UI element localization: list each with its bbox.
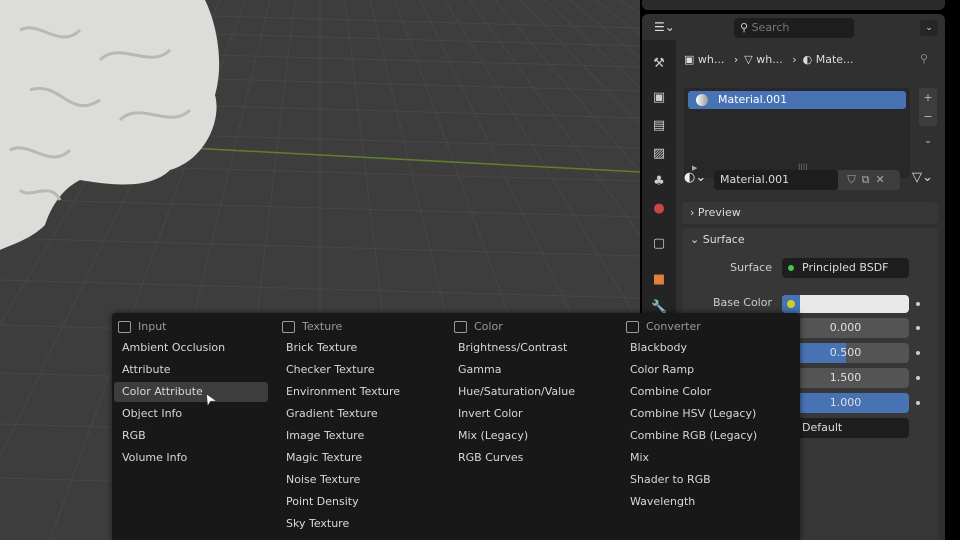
view-layer-tab-icon[interactable]: ▨: [651, 146, 667, 162]
color-socket-icon: [787, 300, 795, 308]
keyframe-dot[interactable]: [916, 401, 920, 405]
base-color-swatch[interactable]: [782, 295, 909, 313]
menu-item[interactable]: Magic Texture: [278, 448, 432, 468]
value-field-4[interactable]: 1.000: [782, 393, 909, 413]
menu-item[interactable]: RGB Curves: [450, 448, 604, 468]
mesh-object: [0, 0, 220, 250]
value-field-3[interactable]: 1.500: [782, 368, 909, 388]
menu-item[interactable]: Gamma: [450, 360, 604, 380]
tool-tab-icon[interactable]: ⚒: [651, 56, 667, 72]
material-slot-list: Material.001 ▶ ||||: [684, 88, 910, 178]
node-category-icon: [118, 321, 131, 333]
add-remove-slot-buttons[interactable]: + −: [919, 88, 937, 126]
menu-item[interactable]: Color Ramp: [622, 360, 776, 380]
surface-label: Surface: [730, 261, 772, 274]
preview-panel-header[interactable]: › Preview: [682, 202, 938, 224]
keyframe-dot[interactable]: [916, 302, 920, 306]
base-color-label: Base Color: [712, 296, 772, 309]
menu-item[interactable]: Brick Texture: [278, 338, 432, 358]
options-dropdown[interactable]: ⌄: [920, 20, 938, 36]
breadcrumb: ▣ wh... › ▽ wh... › ◐ Mate...: [684, 53, 854, 66]
menu-item[interactable]: Image Texture: [278, 426, 432, 446]
menu-item[interactable]: Sky Texture: [278, 514, 432, 534]
menu-item[interactable]: Wavelength: [622, 492, 776, 512]
menu-item[interactable]: Mix: [622, 448, 776, 468]
menu-item[interactable]: Hue/Saturation/Value: [450, 382, 604, 402]
menu-item[interactable]: Ambient Occlusion: [114, 338, 268, 358]
material-ball-icon: [696, 94, 708, 106]
menu-column-header: Color: [450, 319, 503, 335]
menu-item[interactable]: Brightness/Contrast: [450, 338, 604, 358]
material-name-field[interactable]: Material.001: [714, 170, 838, 190]
menu-item[interactable]: Invert Color: [450, 404, 604, 424]
top-area: [642, 0, 945, 10]
mesh-icon: ▽: [744, 53, 753, 66]
object-icon: ▣: [684, 53, 695, 66]
pin-icon[interactable]: ⚲: [920, 52, 928, 65]
world-tab-icon[interactable]: ●: [651, 201, 667, 217]
unlink-icon[interactable]: ✕: [875, 173, 890, 186]
duplicate-icon[interactable]: ⧉: [862, 173, 876, 186]
menu-item[interactable]: Object Info: [114, 404, 268, 424]
menu-item[interactable]: Combine Color: [622, 382, 776, 402]
menu-item[interactable]: Mix (Legacy): [450, 426, 604, 446]
menu-item[interactable]: Gradient Texture: [278, 404, 432, 424]
surface-panel-header[interactable]: ⌄ Surface: [690, 230, 745, 250]
menu-item[interactable]: Color Attribute: [114, 382, 268, 402]
keyframe-dot[interactable]: [916, 326, 920, 330]
material-actions[interactable]: ⛉⧉✕: [838, 170, 900, 190]
node-category-icon: [626, 321, 639, 333]
object-tab-icon[interactable]: ■: [651, 272, 667, 288]
editor-type-icon[interactable]: ☰⌄: [654, 20, 682, 38]
menu-item[interactable]: Volume Info: [114, 448, 268, 468]
fake-user-icon[interactable]: ⛉: [847, 173, 861, 186]
value-field-1[interactable]: 0.000: [782, 318, 909, 338]
keyframe-dot[interactable]: [916, 376, 920, 380]
output-tab-icon[interactable]: ▤: [651, 118, 667, 134]
distribution-dropdown[interactable]: Default: [782, 418, 909, 438]
menu-item[interactable]: Shader to RGB: [622, 470, 776, 490]
search-input[interactable]: ⚲ Search: [734, 18, 854, 38]
menu-column-header: Input: [114, 319, 166, 335]
menu-item[interactable]: RGB: [114, 426, 268, 446]
menu-item[interactable]: Point Density: [278, 492, 432, 512]
node-category-icon: [282, 321, 295, 333]
collection-tab-icon[interactable]: ▢: [651, 236, 667, 252]
menu-item[interactable]: Attribute: [114, 360, 268, 380]
menu-item[interactable]: Blackbody: [622, 338, 776, 358]
menu-item[interactable]: Environment Texture: [278, 382, 432, 402]
search-icon: ⚲: [740, 21, 752, 34]
scene-tab-icon[interactable]: ♣: [651, 174, 667, 190]
keyframe-dot[interactable]: [916, 351, 920, 355]
node-category-icon: [454, 321, 467, 333]
value-field-2[interactable]: 0.500: [782, 343, 909, 363]
add-node-menu: Input Ambient Occlusion Attribute Color Att…: [112, 313, 800, 540]
menu-item[interactable]: Noise Texture: [278, 470, 432, 490]
menu-item[interactable]: Combine RGB (Legacy): [622, 426, 776, 446]
browse-material-button[interactable]: ◐⌄: [684, 170, 706, 185]
shader-socket-icon: [788, 265, 794, 271]
material-icon: ◐: [802, 53, 813, 66]
menu-item[interactable]: Combine HSV (Legacy): [622, 404, 776, 424]
node-link-dropdown[interactable]: ▽⌄: [912, 170, 933, 185]
render-tab-icon[interactable]: ▣: [651, 90, 667, 106]
menu-column-header: Converter: [622, 319, 701, 335]
menu-item[interactable]: Checker Texture: [278, 360, 432, 380]
x-axis-line: [189, 147, 640, 173]
surface-shader-field[interactable]: Principled BSDF: [782, 258, 909, 278]
menu-column-header: Texture: [278, 319, 342, 335]
slot-specials-dropdown[interactable]: ⌄: [919, 132, 937, 150]
material-slot-item[interactable]: Material.001: [688, 91, 906, 109]
